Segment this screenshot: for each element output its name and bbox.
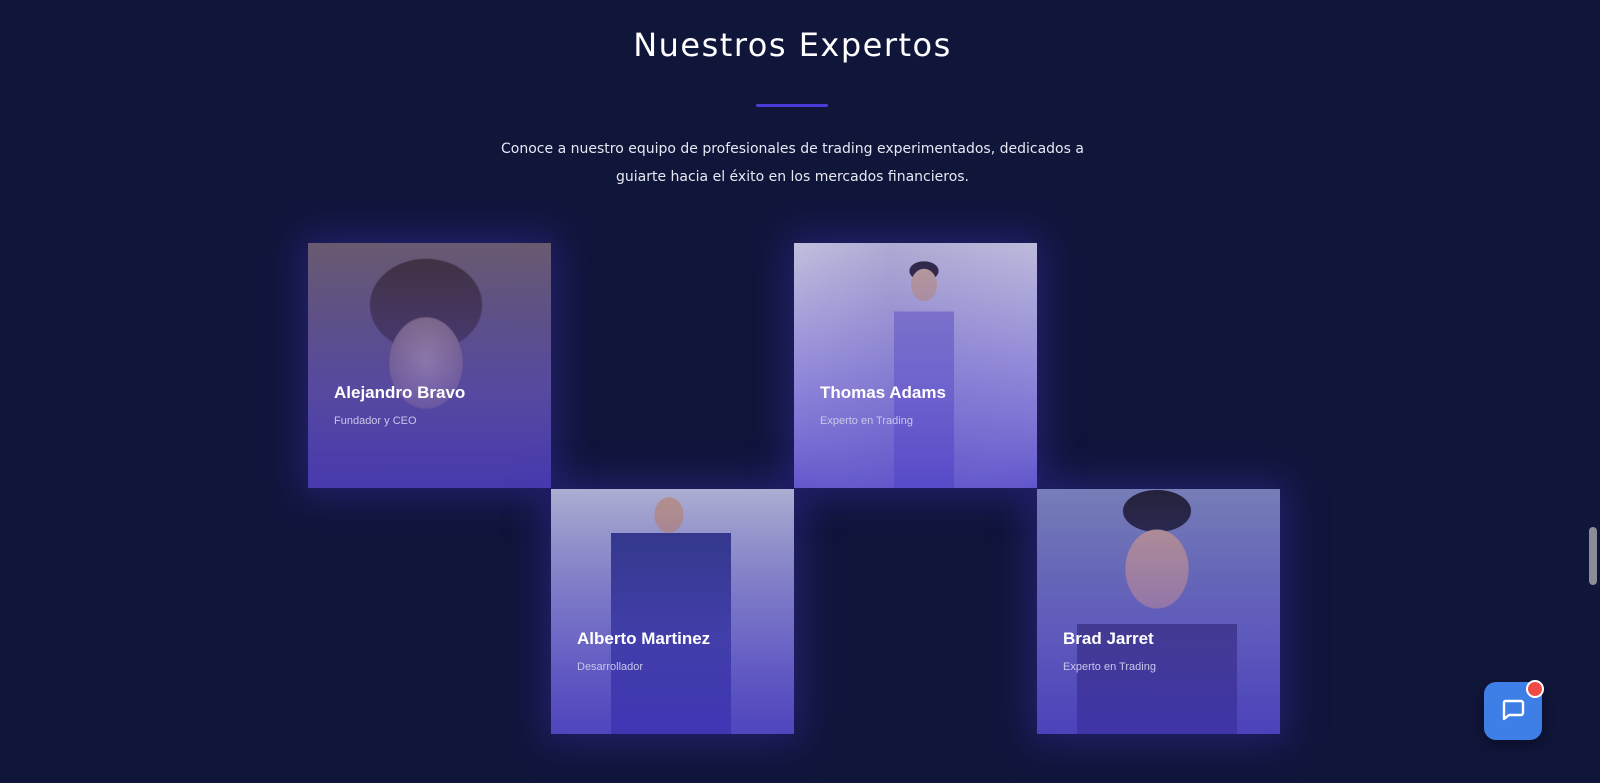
scrollbar-track[interactable] bbox=[1585, 0, 1600, 783]
member-name: Alejandro Bravo bbox=[334, 383, 466, 402]
member-name: Alberto Martinez bbox=[577, 629, 711, 648]
notification-badge bbox=[1526, 680, 1544, 698]
scrollbar-thumb[interactable] bbox=[1589, 527, 1597, 585]
member-name: Thomas Adams bbox=[820, 383, 946, 402]
section-description: Conoce a nuestro equipo de profesionales… bbox=[501, 141, 1084, 185]
photo-overlay bbox=[551, 489, 794, 734]
member-role: Experto en Trading bbox=[1063, 661, 1156, 673]
member-role: Desarrollador bbox=[577, 661, 644, 673]
experts-section: Nuestros Expertos Conoce a nuestro equip… bbox=[0, 0, 1600, 783]
photo-overlay bbox=[794, 243, 1037, 488]
member-role: Experto en Trading bbox=[820, 415, 913, 427]
photo-overlay bbox=[1037, 489, 1280, 734]
section-title: Nuestros Expertos bbox=[633, 26, 952, 64]
team-card-alberto-martinez[interactable]: Alberto Martinez Desarrollador bbox=[551, 489, 794, 734]
team-card-alejandro-bravo[interactable]: Alejandro Bravo Fundador y CEO bbox=[308, 243, 551, 488]
member-role: Fundador y CEO bbox=[334, 415, 417, 427]
chat-bubble-icon bbox=[1502, 699, 1525, 721]
team-card-brad-jarret[interactable]: Brad Jarret Experto en Trading bbox=[1037, 489, 1280, 734]
photo-overlay bbox=[308, 243, 551, 488]
member-name: Brad Jarret bbox=[1063, 629, 1154, 648]
team-card-thomas-adams[interactable]: Thomas Adams Experto en Trading bbox=[794, 243, 1037, 488]
title-divider bbox=[756, 104, 828, 107]
